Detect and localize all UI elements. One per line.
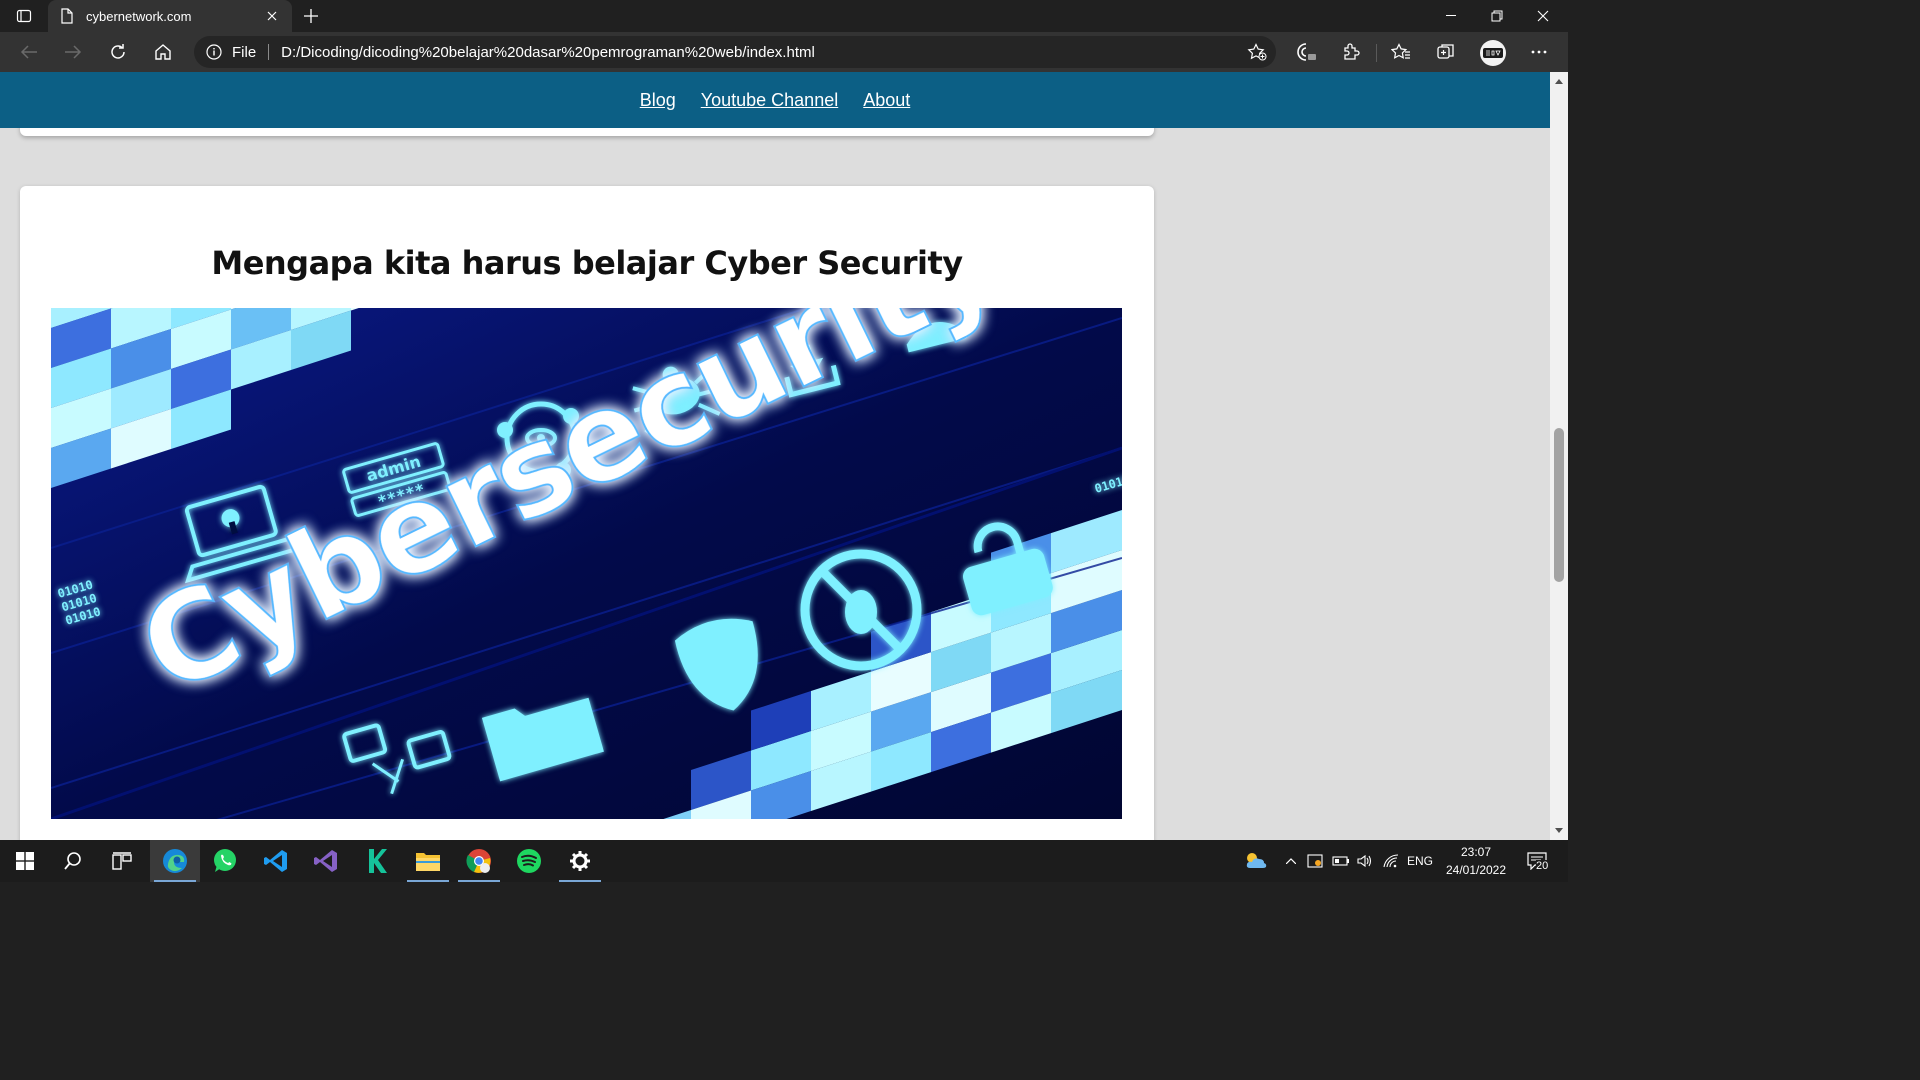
collections-icon[interactable] xyxy=(1431,38,1461,66)
back-icon[interactable] xyxy=(14,38,44,66)
home-icon[interactable] xyxy=(148,38,178,66)
cybersecurity-illustration: admin ***** 01010 01010 01010 01010 Cybe… xyxy=(51,308,1122,819)
address-separator xyxy=(268,44,270,60)
nav-link-blog[interactable]: Blog xyxy=(640,90,676,111)
scroll-up-arrow-icon[interactable] xyxy=(1554,76,1564,86)
language-label: ENG xyxy=(1406,854,1433,868)
whatsapp-icon[interactable] xyxy=(200,840,250,882)
task-view-icon[interactable] xyxy=(97,840,147,882)
tab-title: cybernetwork.com xyxy=(86,8,192,24)
more-options-icon[interactable] xyxy=(1524,38,1554,66)
page-icon xyxy=(60,8,76,24)
favorites-icon[interactable] xyxy=(1386,38,1416,66)
browser-tab-active[interactable]: cybernetwork.com xyxy=(48,0,292,32)
minimize-button[interactable] xyxy=(1428,0,1474,32)
running-indicator xyxy=(559,880,601,882)
chrome-icon[interactable] xyxy=(454,840,504,882)
clock-date: 24/01/2022 xyxy=(1445,863,1507,877)
new-tab-button[interactable] xyxy=(298,4,324,28)
battery-icon[interactable] xyxy=(1330,840,1352,882)
add-favorite-icon[interactable] xyxy=(1246,42,1268,62)
windows-taskbar: ENG 23:07 24/01/2022 20 xyxy=(0,840,1568,882)
file-explorer-icon[interactable] xyxy=(403,840,453,882)
address-scheme-label: File xyxy=(232,43,257,61)
running-indicator xyxy=(407,880,449,882)
taskbar-clock[interactable]: 23:07 24/01/2022 xyxy=(1436,843,1516,879)
page-viewport: Blog Youtube Channel About Mengapa kita … xyxy=(0,72,1550,840)
address-bar[interactable]: File D:/Dicoding/dicoding%20belajar%20da… xyxy=(194,36,1276,68)
refresh-icon[interactable] xyxy=(103,38,133,66)
vscode-icon[interactable] xyxy=(251,840,301,882)
scroll-thumb[interactable] xyxy=(1554,428,1564,582)
article-heading: Mengapa kita harus belajar Cyber Securit… xyxy=(211,244,963,282)
clock-time: 23:07 xyxy=(1460,845,1492,859)
page-scrollbar[interactable] xyxy=(1550,72,1568,840)
active-indicator xyxy=(154,880,196,882)
profile-avatar[interactable] xyxy=(1480,40,1506,66)
site-navbar: Blog Youtube Channel About xyxy=(0,72,1550,128)
nav-link-youtube-channel[interactable]: Youtube Channel xyxy=(701,90,838,111)
visual-studio-icon[interactable] xyxy=(301,840,351,882)
running-indicator xyxy=(458,880,500,882)
wifi-icon[interactable] xyxy=(1380,840,1402,882)
article-card: Mengapa kita harus belajar Cyber Securit… xyxy=(20,186,1154,840)
cybersecurity-hero-image: admin ***** 01010 01010 01010 01010 Cybe… xyxy=(51,308,1122,819)
browser-essentials-icon[interactable] xyxy=(1291,38,1321,66)
toolbar-divider xyxy=(1376,44,1377,62)
scroll-down-arrow-icon[interactable] xyxy=(1554,826,1564,836)
start-icon[interactable] xyxy=(0,840,50,882)
search-icon[interactable] xyxy=(48,840,98,882)
volume-icon[interactable] xyxy=(1354,840,1376,882)
browser-toolbar: File D:/Dicoding/dicoding%20belajar%20da… xyxy=(0,32,1568,72)
kotlin-icon[interactable] xyxy=(352,840,402,882)
spotify-icon[interactable] xyxy=(504,840,554,882)
settings-icon[interactable] xyxy=(555,840,605,882)
close-window-button[interactable] xyxy=(1520,0,1566,32)
notification-count: 20 xyxy=(1536,860,1549,872)
security-center-icon[interactable] xyxy=(1304,840,1326,882)
info-icon[interactable] xyxy=(206,43,224,61)
show-hidden-icons-icon[interactable] xyxy=(1282,840,1300,882)
extensions-icon[interactable] xyxy=(1336,38,1366,66)
restore-button[interactable] xyxy=(1474,0,1520,32)
language-indicator[interactable]: ENG xyxy=(1404,840,1436,882)
forward-icon[interactable] xyxy=(58,38,88,66)
tab-strip: cybernetwork.com xyxy=(0,0,1568,32)
close-tab-icon[interactable] xyxy=(262,6,282,26)
nav-link-about[interactable]: About xyxy=(863,90,910,111)
address-url[interactable]: D:/Dicoding/dicoding%20belajar%20dasar%2… xyxy=(281,44,815,61)
tab-actions-icon[interactable] xyxy=(10,4,38,28)
onedrive-weather-icon[interactable] xyxy=(1240,840,1272,882)
edge-icon[interactable] xyxy=(150,840,200,882)
